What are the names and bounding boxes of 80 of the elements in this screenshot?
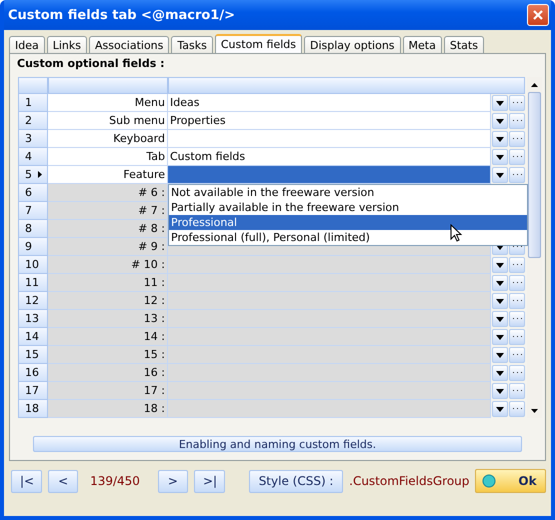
field-label: 11 : xyxy=(48,274,168,292)
field-label: 18 : xyxy=(48,400,168,418)
section-title: Custom optional fields : xyxy=(16,57,166,70)
tab[interactable]: Tasks xyxy=(171,36,213,53)
last-button[interactable]: >| xyxy=(194,470,226,492)
window-title: Custom fields tab <@macro1/> xyxy=(8,8,235,22)
field-label: 13 : xyxy=(48,310,168,328)
previous-button[interactable]: < xyxy=(48,470,78,492)
value-field[interactable]: Custom fields xyxy=(168,148,491,166)
dropdown-option[interactable]: Professional xyxy=(169,215,527,230)
description-bar: Enabling and naming custom fields. xyxy=(33,436,522,452)
caret-icon xyxy=(496,154,504,160)
dropdown-button[interactable] xyxy=(492,149,508,165)
dropdown-button[interactable] xyxy=(492,293,508,309)
field-label: 15 : xyxy=(48,346,168,364)
dropdown-button[interactable] xyxy=(492,167,508,183)
dropdown-button[interactable] xyxy=(492,257,508,273)
field-label: # 10 : xyxy=(48,256,168,274)
value-field[interactable]: Ideas xyxy=(168,94,491,112)
first-button[interactable]: |< xyxy=(11,470,42,492)
value-field[interactable] xyxy=(168,166,491,184)
dropdown-button[interactable] xyxy=(492,365,508,381)
value-field[interactable]: Properties xyxy=(168,112,491,130)
caret-icon xyxy=(496,280,504,286)
field-label: Sub menu xyxy=(48,112,168,130)
value-field[interactable] xyxy=(168,130,491,148)
style-value: .CustomFieldsGroup xyxy=(349,474,470,488)
field-label: Menu xyxy=(48,94,168,112)
dropdown-button[interactable] xyxy=(492,383,508,399)
caret-icon xyxy=(496,334,504,340)
field-label: 12 : xyxy=(48,292,168,310)
dropdown-button[interactable] xyxy=(492,113,508,129)
dropdown-button[interactable] xyxy=(492,275,508,291)
row-header[interactable]: 1 xyxy=(18,94,48,112)
caret-icon xyxy=(496,118,504,124)
field-label: Keyboard xyxy=(48,130,168,148)
close-button[interactable] xyxy=(527,4,549,26)
caret-icon xyxy=(496,406,504,412)
tab[interactable]: Idea xyxy=(9,36,45,53)
caret-icon xyxy=(496,316,504,322)
caret-icon xyxy=(496,100,504,106)
dropdown-button[interactable] xyxy=(492,329,508,345)
tab[interactable]: Links xyxy=(46,36,88,53)
tab[interactable]: Meta xyxy=(402,36,442,53)
caret-icon xyxy=(496,172,504,178)
record-position: 139/450 xyxy=(90,474,140,488)
field-label: # 9 : xyxy=(48,238,168,256)
close-icon xyxy=(532,9,544,21)
caret-icon xyxy=(496,298,504,304)
row-header[interactable]: 4 xyxy=(18,148,48,166)
row-header[interactable]: 2 xyxy=(18,112,48,130)
style-button[interactable]: Style (CSS) : xyxy=(249,470,344,492)
row-header[interactable]: 5 xyxy=(18,166,48,184)
tab[interactable]: Stats xyxy=(444,36,484,53)
caret-icon xyxy=(496,370,504,376)
field-label: 14 : xyxy=(48,328,168,346)
field-label: 16 : xyxy=(48,364,168,382)
row-pointer-icon xyxy=(38,171,42,178)
row-header[interactable]: 3 xyxy=(18,130,48,148)
tab[interactable]: Associations xyxy=(89,36,170,53)
dropdown-button[interactable] xyxy=(492,311,508,327)
field-label: # 8 : xyxy=(48,220,168,238)
circle-icon xyxy=(482,474,496,488)
caret-icon xyxy=(496,262,504,268)
dropdown-button[interactable] xyxy=(492,347,508,363)
field-label: 17 : xyxy=(48,382,168,400)
dropdown-button[interactable] xyxy=(492,401,508,417)
tab[interactable]: Custom fields xyxy=(214,34,302,53)
field-label: # 6 : xyxy=(48,184,168,202)
next-button[interactable]: > xyxy=(158,470,188,492)
field-label: Tab xyxy=(48,148,168,166)
caret-icon xyxy=(496,352,504,358)
field-label: # 7 : xyxy=(48,202,168,220)
dropdown-button[interactable] xyxy=(492,131,508,147)
caret-icon xyxy=(496,136,504,142)
caret-icon xyxy=(496,388,504,394)
ok-button[interactable]: Ok xyxy=(475,469,546,493)
tab[interactable]: Display options xyxy=(304,36,401,53)
field-label: Feature xyxy=(48,166,168,184)
dropdown-button[interactable] xyxy=(492,95,508,111)
